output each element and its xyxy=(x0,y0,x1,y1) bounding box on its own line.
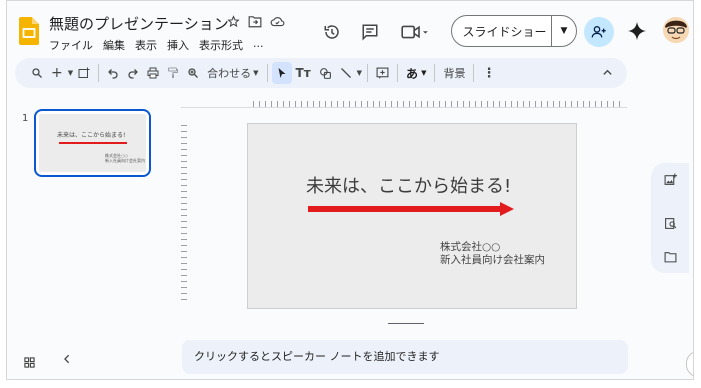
side-panel xyxy=(651,163,689,273)
slide-subtitle-line2: 新入社員向け会社案内 xyxy=(440,254,545,266)
collapse-filmstrip-icon[interactable] xyxy=(62,353,72,367)
menu-bar: ファイル 編集 表示 挿入 表示形式 ... xyxy=(49,37,264,53)
menu-view[interactable]: 表示 xyxy=(135,37,157,53)
collapse-toolbar-icon[interactable] xyxy=(602,67,613,78)
text-box-icon[interactable]: Tт xyxy=(292,62,315,84)
menu-more[interactable]: ... xyxy=(253,37,264,53)
toolbar-divider xyxy=(266,64,268,82)
slide-subtitle-line1: 株式会社○○ xyxy=(440,241,501,253)
zoom-select[interactable]: 合わせる ▼ xyxy=(203,62,262,84)
text-style-label: あ xyxy=(406,66,419,81)
slide-number: 1 xyxy=(22,113,29,124)
line-tool-icon[interactable] xyxy=(336,62,356,84)
toolbar-divider xyxy=(367,64,369,82)
toolbar-divider xyxy=(397,64,399,82)
toolbar-divider xyxy=(434,64,436,82)
ruler-baseline xyxy=(181,107,627,108)
text-style-button[interactable]: あ ▼ xyxy=(402,62,430,84)
paint-format-icon[interactable] xyxy=(163,62,183,84)
redo-icon[interactable] xyxy=(123,62,143,84)
new-slide-icon[interactable]: + xyxy=(47,62,67,84)
slideshow-label[interactable]: スライドショー xyxy=(452,23,551,40)
share-button[interactable] xyxy=(584,17,614,47)
toolbar-divider xyxy=(98,64,100,82)
slideshow-button[interactable]: スライドショー ▼ xyxy=(451,15,577,47)
comments-icon[interactable] xyxy=(361,23,379,41)
star-icon[interactable] xyxy=(227,15,240,28)
document-title[interactable]: 無題のプレゼンテーション xyxy=(49,13,229,34)
vertical-ruler[interactable] xyxy=(181,125,187,305)
gemini-sparkle-icon[interactable] xyxy=(627,21,647,45)
meet-video-icon[interactable] xyxy=(401,24,429,40)
new-slide-dropdown-icon[interactable]: ▼ xyxy=(67,62,74,84)
image-insert-icon[interactable] xyxy=(315,62,336,84)
slide-title[interactable]: 未来は、ここから始まる! xyxy=(306,172,511,198)
title-actions xyxy=(227,15,285,28)
zoom-icon[interactable] xyxy=(183,62,203,84)
red-arrow-shape[interactable] xyxy=(308,202,514,216)
thumbnail-subtitle: 株式会社○○ 新入社員向け会社案内 xyxy=(105,153,145,163)
toolbar-divider xyxy=(473,64,475,82)
app-window: 無題のプレゼンテーション ファイル 編集 表示 挿入 表示形式 ... スライド… xyxy=(6,0,694,380)
move-folder-icon[interactable] xyxy=(248,15,262,28)
thumbnail-title: 未来は、ここから始まる! xyxy=(57,132,126,139)
version-history-icon[interactable] xyxy=(323,23,341,41)
zoom-label: 合わせる xyxy=(207,67,252,80)
undo-icon[interactable] xyxy=(103,62,123,84)
add-person-icon xyxy=(591,26,606,38)
slides-logo-icon[interactable] xyxy=(19,17,39,45)
cloud-saved-icon[interactable] xyxy=(270,15,285,28)
layout-add-icon[interactable] xyxy=(74,62,94,84)
menu-edit[interactable]: 編集 xyxy=(103,37,125,53)
select-cursor-icon[interactable] xyxy=(271,62,292,84)
menu-file[interactable]: ファイル xyxy=(49,37,93,53)
keep-notes-icon[interactable] xyxy=(664,217,677,230)
thumbnail-subtitle-line2: 新入社員向け会社案内 xyxy=(105,158,145,163)
add-comment-icon[interactable] xyxy=(372,62,393,84)
show-side-panel-icon[interactable]: ‹ xyxy=(686,351,693,377)
avatar-face-icon xyxy=(663,17,689,43)
slideshow-dropdown-icon[interactable]: ▼ xyxy=(552,26,576,36)
print-icon[interactable] xyxy=(143,62,163,84)
menu-format[interactable]: 表示形式 xyxy=(199,37,243,53)
thumbnail-canvas: 未来は、ここから始まる! 株式会社○○ 新入社員向け会社案内 xyxy=(39,114,146,172)
slide-thumbnail[interactable]: 未来は、ここから始まる! 株式会社○○ 新入社員向け会社案内 xyxy=(34,109,151,177)
speaker-notes-input[interactable]: クリックするとスピーカー ノートを追加できます xyxy=(182,340,628,374)
notes-resize-handle[interactable] xyxy=(388,323,424,324)
text-style-dropdown-icon: ▼ xyxy=(421,69,427,77)
main-toolbar: + ▼ 合わせる ▼ Tт ▼ あ ▼ 背景 ⋮ xyxy=(15,58,627,88)
folder-icon[interactable] xyxy=(664,251,677,263)
add-image-panel-icon[interactable] xyxy=(664,173,677,186)
more-options-icon[interactable]: ⋮ xyxy=(478,62,499,84)
thumbnail-arrow xyxy=(59,142,127,144)
menu-insert[interactable]: 挿入 xyxy=(167,37,189,53)
slide-canvas[interactable]: 未来は、ここから始まる! 株式会社○○ 新入社員向け会社案内 xyxy=(247,123,577,309)
grid-view-icon[interactable] xyxy=(24,353,35,372)
slide-subtitle[interactable]: 株式会社○○ 新入社員向け会社案内 xyxy=(440,241,545,267)
account-avatar[interactable] xyxy=(663,17,689,43)
search-menus-icon[interactable] xyxy=(27,62,47,84)
line-dropdown-icon[interactable]: ▼ xyxy=(356,62,363,84)
zoom-dropdown-icon: ▼ xyxy=(253,69,259,77)
background-button[interactable]: 背景 xyxy=(439,62,469,84)
